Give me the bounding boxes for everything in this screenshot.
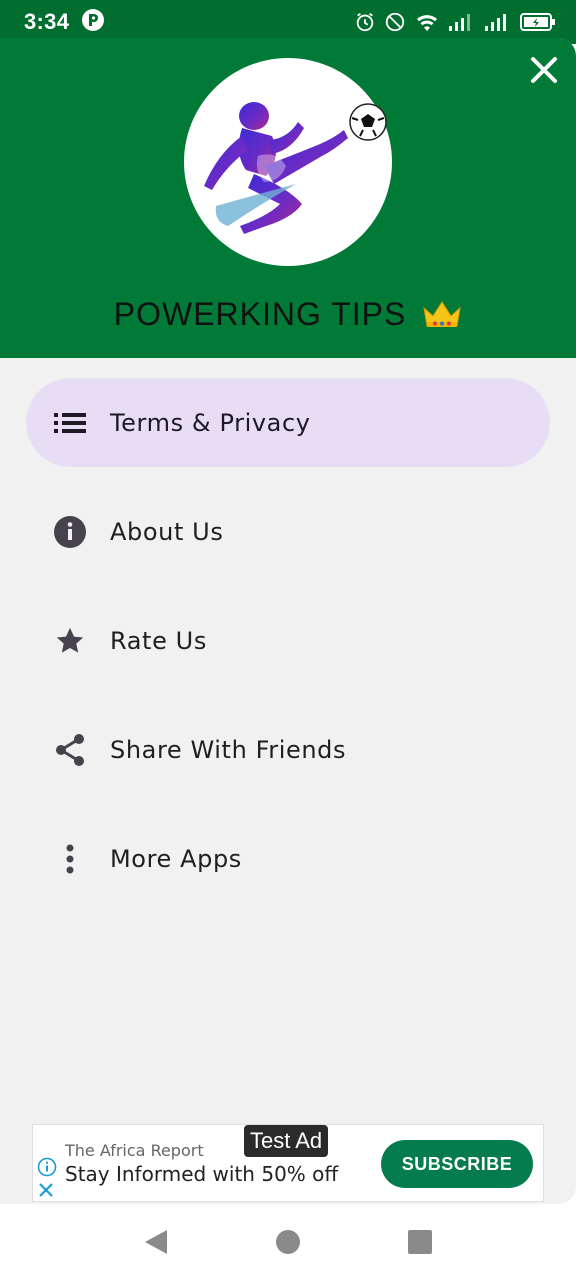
app-notification-icon: [81, 8, 105, 37]
ad-banner[interactable]: Test Ad The Africa Report Stay Informed …: [32, 1124, 544, 1202]
close-icon: [531, 57, 557, 83]
info-icon: [50, 512, 90, 552]
footballer-logo-icon: [204, 102, 387, 234]
menu-item-about-us[interactable]: About Us: [26, 487, 550, 576]
close-button[interactable]: [526, 52, 562, 88]
system-nav-bar: [0, 1204, 576, 1280]
ad-advertiser: The Africa Report: [65, 1141, 204, 1160]
list-icon: [50, 403, 90, 443]
more-vert-icon: [50, 839, 90, 879]
recents-button[interactable]: [400, 1222, 440, 1262]
navigation-drawer: POWERKING TIPS Terms & Privacy About Us …: [0, 38, 576, 1204]
menu-item-rate-us[interactable]: Rate Us: [26, 596, 550, 685]
menu-item-label: More Apps: [110, 844, 242, 873]
share-icon: [50, 730, 90, 770]
drawer-header: POWERKING TIPS: [0, 38, 576, 358]
home-button[interactable]: [268, 1222, 308, 1262]
home-icon: [276, 1230, 300, 1254]
ad-info-icon[interactable]: [37, 1157, 57, 1182]
app-title-text: POWERKING TIPS: [113, 296, 407, 332]
app-title: POWERKING TIPS: [0, 296, 576, 336]
signal-icon: [484, 12, 512, 32]
battery-charging-icon: [520, 12, 556, 32]
back-button[interactable]: [136, 1222, 176, 1262]
ad-headline: Stay Informed with 50% off: [65, 1162, 339, 1186]
drawer-menu: Terms & Privacy About Us Rate Us Share W…: [0, 378, 576, 923]
signal-icon: [448, 12, 476, 32]
menu-item-share-with-friends[interactable]: Share With Friends: [26, 705, 550, 794]
crown-icon: [422, 299, 462, 336]
subscribe-button[interactable]: SUBSCRIBE: [381, 1140, 533, 1188]
status-time: 3:34: [24, 9, 70, 34]
test-ad-badge: Test Ad: [244, 1125, 329, 1157]
ad-close-icon[interactable]: [37, 1181, 55, 1204]
do-not-disturb-icon: [384, 11, 406, 33]
star-icon: [50, 621, 90, 661]
menu-item-label: About Us: [110, 517, 224, 546]
menu-item-label: Rate Us: [110, 626, 207, 655]
menu-item-label: Terms & Privacy: [110, 408, 311, 437]
app-logo: [184, 58, 392, 266]
wifi-icon: [414, 11, 440, 33]
menu-item-more-apps[interactable]: More Apps: [26, 814, 550, 903]
menu-item-label: Share With Friends: [110, 735, 347, 764]
back-icon: [145, 1230, 167, 1254]
menu-item-terms-privacy[interactable]: Terms & Privacy: [26, 378, 550, 467]
alarm-icon: [354, 11, 376, 33]
recents-icon: [408, 1230, 432, 1254]
